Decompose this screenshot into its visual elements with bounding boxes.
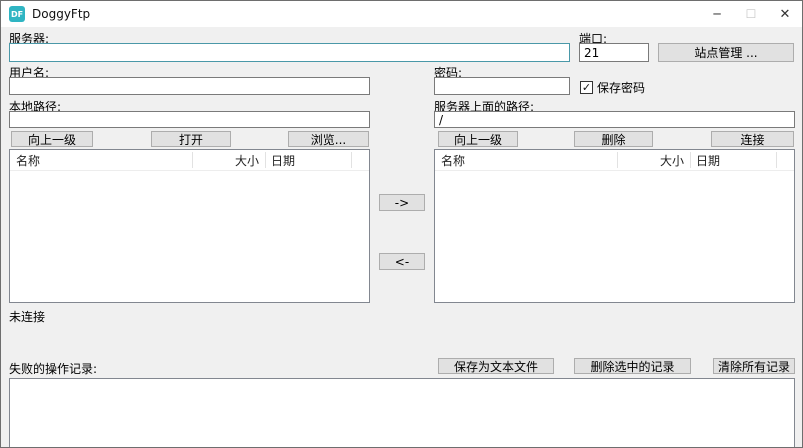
username-input[interactable]	[9, 77, 370, 95]
remote-file-list[interactable]: 名称 大小 日期	[434, 149, 795, 303]
column-separator	[351, 152, 352, 168]
app-window: DF DoggyFtp ─ ☐ ✕ 服务器: 端口: 21 站点管理 ... 用…	[0, 0, 803, 448]
remote-file-list-header: 名称 大小 日期	[435, 150, 794, 171]
download-button[interactable]: <-	[379, 253, 425, 270]
window-controls: ─ ☐ ✕	[700, 1, 802, 27]
local-file-list-header: 名称 大小 日期	[10, 150, 369, 171]
local-path-input[interactable]	[9, 111, 370, 128]
maximize-button[interactable]: ☐	[734, 1, 768, 27]
local-open-button[interactable]: 打开	[151, 131, 231, 147]
local-file-list[interactable]: 名称 大小 日期	[9, 149, 370, 303]
failed-log-list[interactable]	[9, 378, 795, 447]
remote-connect-button[interactable]: 连接	[711, 131, 794, 147]
window-title: DoggyFtp	[32, 7, 91, 21]
column-separator	[690, 152, 691, 168]
column-separator	[617, 152, 618, 168]
save-password-checkbox[interactable]: ✓ 保存密码	[580, 79, 645, 96]
checkmark-icon: ✓	[580, 81, 593, 94]
remote-column-date[interactable]: 日期	[690, 150, 776, 171]
remote-delete-button[interactable]: 删除	[574, 131, 653, 147]
local-file-list-body[interactable]	[10, 171, 369, 302]
minimize-button[interactable]: ─	[700, 1, 734, 27]
remote-column-name[interactable]: 名称	[435, 150, 617, 171]
remote-file-list-body[interactable]	[435, 171, 794, 302]
column-separator	[265, 152, 266, 168]
remote-column-size[interactable]: 大小	[617, 150, 690, 171]
local-column-date[interactable]: 日期	[265, 150, 351, 171]
close-button[interactable]: ✕	[768, 1, 802, 27]
failed-log-label: 失败的操作记录:	[9, 362, 98, 376]
local-column-name[interactable]: 名称	[10, 150, 192, 171]
server-input[interactable]	[9, 43, 570, 62]
app-icon: DF	[9, 6, 25, 22]
delete-selected-log-button[interactable]: 删除选中的记录	[574, 358, 691, 374]
column-separator	[192, 152, 193, 168]
port-input[interactable]: 21	[579, 43, 649, 62]
title-bar: DF DoggyFtp ─ ☐ ✕	[1, 1, 802, 27]
password-input[interactable]	[434, 77, 570, 95]
save-password-label: 保存密码	[597, 81, 646, 95]
save-log-button[interactable]: 保存为文本文件	[438, 358, 554, 374]
connection-status: 未连接	[9, 310, 46, 324]
upload-button[interactable]: ->	[379, 194, 425, 211]
remote-path-input[interactable]: /	[434, 111, 795, 128]
local-up-button[interactable]: 向上一级	[11, 131, 93, 147]
remote-up-button[interactable]: 向上一级	[438, 131, 518, 147]
site-manager-button[interactable]: 站点管理 ...	[658, 43, 794, 62]
column-separator	[776, 152, 777, 168]
local-browse-button[interactable]: 浏览...	[288, 131, 369, 147]
local-column-size[interactable]: 大小	[192, 150, 265, 171]
clear-all-log-button[interactable]: 清除所有记录	[713, 358, 795, 374]
